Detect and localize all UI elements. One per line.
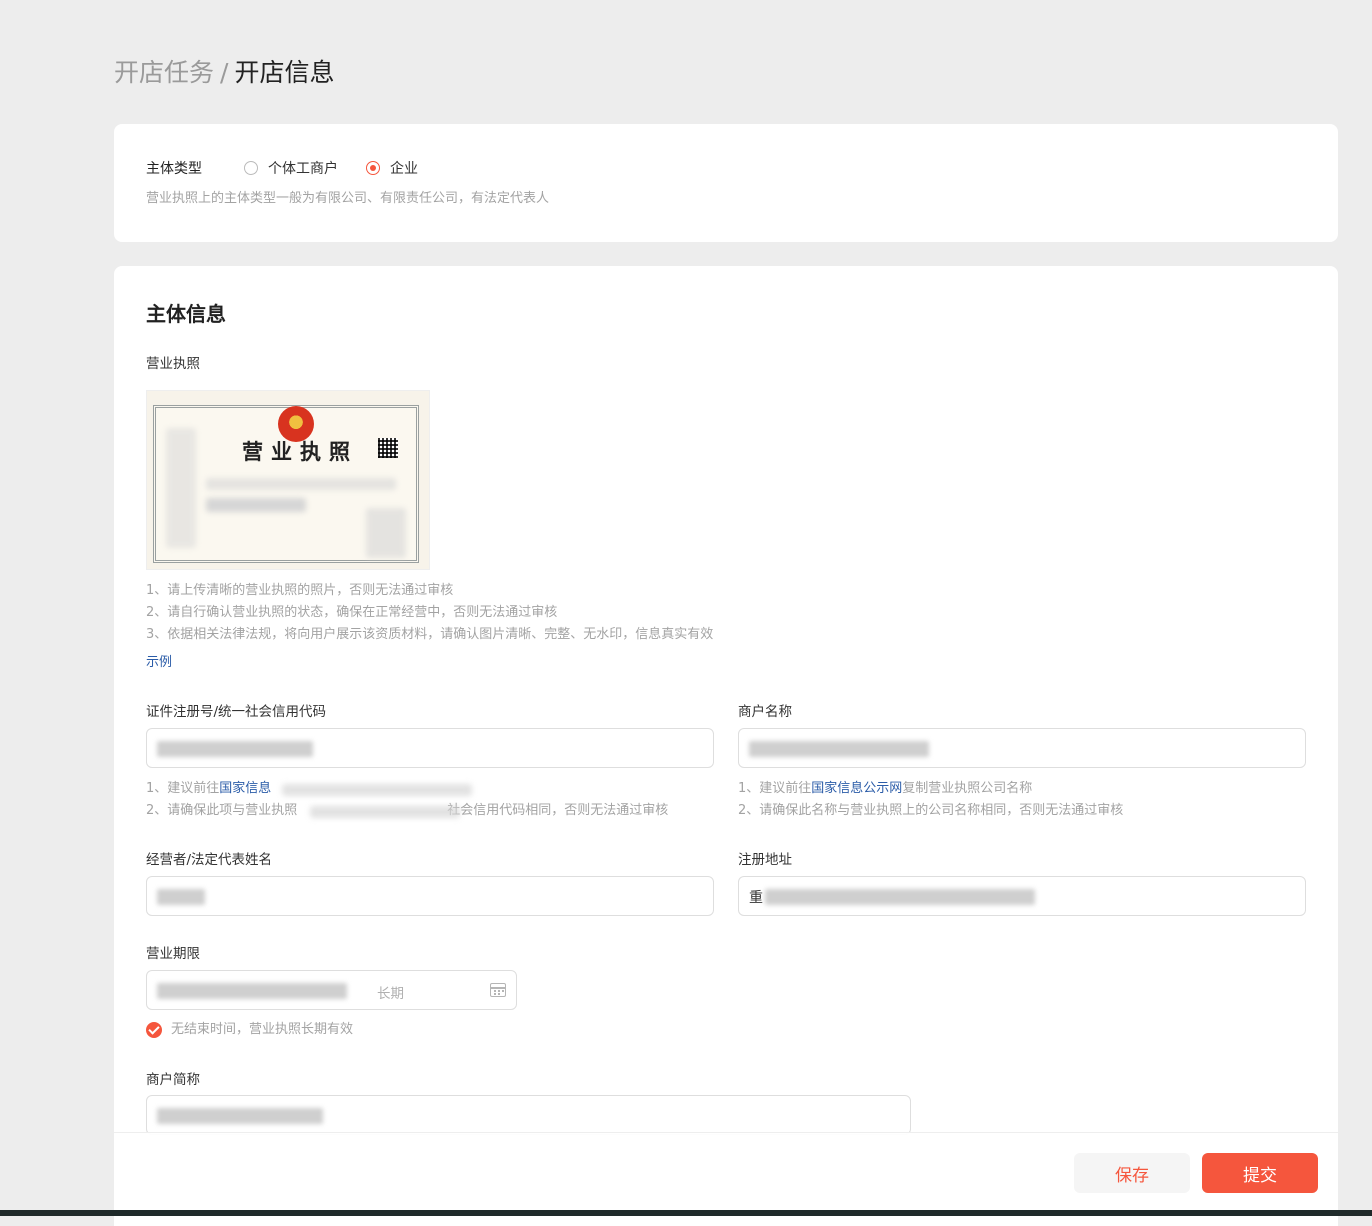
- entity-type-hint: 营业执照上的主体类型一般为有限公司、有限责任公司，有法定代表人: [146, 191, 550, 206]
- merchant-hint-2: 2、请确保此名称与营业执照上的公司名称相同，否则无法通过审核: [738, 803, 1124, 818]
- merchant-name-input[interactable]: [738, 728, 1306, 768]
- blurred-value: [157, 741, 313, 757]
- short-name-input[interactable]: [146, 1095, 911, 1135]
- license-frame: 营业执照: [153, 405, 419, 563]
- address-value: 重: [749, 890, 763, 906]
- short-name-label: 商户简称: [146, 1072, 200, 1088]
- submit-button[interactable]: 提交: [1202, 1153, 1318, 1193]
- entity-type-card: 主体类型 个体工商户 企业 营业执照上的主体类型一般为有限公司、有限责任公司，有…: [114, 124, 1338, 242]
- entity-type-row: 主体类型 个体工商户 企业: [146, 158, 446, 178]
- entity-type-label: 主体类型: [146, 161, 202, 177]
- merchant-hint-1: 1、建议前往国家信息公示网复制营业执照公司名称: [738, 778, 1032, 800]
- legal-rep-input[interactable]: [146, 876, 714, 916]
- merchant-hint-1-prefix: 1、建议前往: [738, 781, 812, 796]
- term-date-range-input[interactable]: 长期: [146, 970, 517, 1010]
- reg-code-hint-2-prefix: 2、请确保此项与营业执照: [146, 803, 298, 818]
- blurred-text: [282, 784, 472, 796]
- blurred-text: [166, 428, 196, 548]
- blurred-value: [157, 983, 347, 999]
- license-label: 营业执照: [146, 356, 200, 372]
- breadcrumb-separator: /: [220, 58, 229, 87]
- calendar-icon[interactable]: [490, 983, 506, 997]
- radio-individual[interactable]: 个体工商户: [244, 158, 338, 178]
- radio-enterprise-circle[interactable]: [366, 161, 380, 175]
- example-link[interactable]: 示例: [146, 652, 172, 674]
- radio-individual-circle[interactable]: [244, 161, 258, 175]
- address-input[interactable]: 重: [738, 876, 1306, 916]
- radio-enterprise[interactable]: 企业: [366, 158, 418, 178]
- blurred-text: [206, 498, 306, 512]
- license-hint-2: 2、请自行确认营业执照的状态，确保在正常经营中，否则无法通过审核: [146, 605, 558, 620]
- blurred-value: [749, 741, 929, 757]
- radio-individual-label: 个体工商户: [268, 161, 338, 177]
- qr-code-icon: [378, 438, 398, 458]
- blurred-text: [310, 806, 460, 818]
- reg-code-label: 证件注册号/统一社会信用代码: [146, 704, 327, 720]
- address-label: 注册地址: [738, 852, 792, 868]
- term-label: 营业期限: [146, 946, 200, 962]
- blurred-text: [366, 508, 406, 558]
- reg-code-hint-1-link[interactable]: 国家信息: [219, 781, 271, 796]
- blurred-text: [206, 478, 396, 490]
- breadcrumb: 开店任务 / 开店信息: [114, 56, 334, 90]
- subject-info-card: 主体信息 营业执照 营业执照 1、请上传清晰的营业执照的照片，否则无法通过审核 …: [114, 266, 1338, 1226]
- reg-code-hint-1-prefix: 1、建议前往: [146, 781, 220, 796]
- blurred-value: [157, 889, 205, 905]
- term-end-placeholder: 长期: [377, 986, 404, 1002]
- license-hint-1: 1、请上传清晰的营业执照的照片，否则无法通过审核: [146, 583, 454, 598]
- merchant-hint-1-link[interactable]: 国家信息公示网: [811, 781, 902, 796]
- reg-code-hint-2-suffix: 社会信用代码相同，否则无法通过审核: [447, 803, 669, 818]
- footer-action-bar: 保存 提交: [114, 1132, 1338, 1211]
- reg-code-hint-1: 1、建议前往国家信息: [146, 778, 271, 800]
- license-image[interactable]: 营业执照: [146, 390, 430, 570]
- blurred-value: [157, 1108, 323, 1124]
- long-term-checkbox[interactable]: [146, 1022, 162, 1038]
- legal-rep-label: 经营者/法定代表姓名: [146, 852, 273, 868]
- breadcrumb-parent[interactable]: 开店任务: [114, 58, 214, 87]
- long-term-checkbox-label[interactable]: 无结束时间，营业执照长期有效: [171, 1019, 353, 1041]
- window-bottom-bar: [0, 1210, 1372, 1216]
- blurred-value: [765, 889, 1035, 905]
- license-image-title: 营业执照: [242, 440, 358, 464]
- section-title: 主体信息: [146, 302, 226, 326]
- save-button[interactable]: 保存: [1074, 1153, 1190, 1193]
- license-hint-3: 3、依据相关法律法规，将向用户展示该资质材料，请确认图片清晰、完整、无水印，信息…: [146, 627, 714, 642]
- breadcrumb-current: 开店信息: [234, 58, 335, 87]
- radio-enterprise-label: 企业: [390, 161, 418, 177]
- merchant-name-label: 商户名称: [738, 704, 792, 720]
- merchant-hint-1-suffix: 复制营业执照公司名称: [902, 781, 1033, 796]
- reg-code-input[interactable]: [146, 728, 714, 768]
